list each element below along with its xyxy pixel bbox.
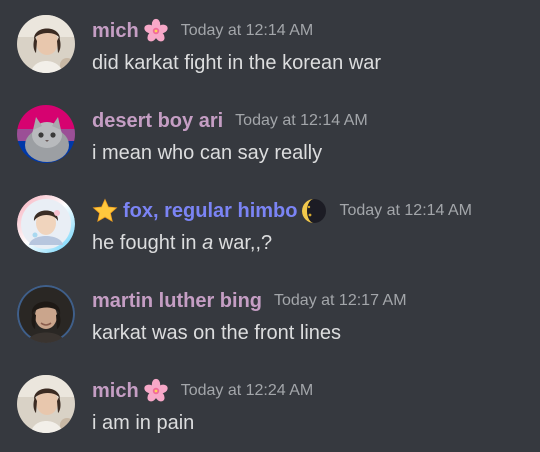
- message-text: he fought in a war,,?: [92, 229, 272, 257]
- timestamp[interactable]: Today at 12:14 AM: [181, 16, 314, 46]
- message-item: mich Today at 12:24 AM i am in pain: [0, 360, 540, 450]
- message-list: mich Today at 12:14 AM did karkat fight: [0, 0, 540, 452]
- avatar[interactable]: [17, 195, 75, 253]
- message-text: i mean who can say really: [92, 142, 323, 164]
- timestamp[interactable]: Today at 12:17 AM: [274, 286, 407, 316]
- message-item: fox, regular himbo Today at 12:14 AM he …: [0, 180, 540, 270]
- avatar-photo-martin: [17, 285, 75, 343]
- message-item: mich Today at 12:14 AM did karkat fight: [0, 0, 540, 90]
- username[interactable]: mich: [92, 16, 139, 46]
- message-header: mich Today at 12:14 AM: [92, 16, 313, 46]
- message-text: karkat was on the front lines: [92, 322, 342, 344]
- username[interactable]: desert boy ari: [92, 106, 223, 136]
- avatar[interactable]: [17, 15, 75, 73]
- message-text-italic: a: [202, 232, 214, 254]
- avatar-photo-mich: [17, 15, 75, 73]
- avatar-photo-mich: [17, 375, 75, 433]
- message-item: martin luther bing Today at 12:17 AM kar…: [0, 270, 540, 360]
- avatar[interactable]: [17, 375, 75, 433]
- avatar-photo-fox: [17, 195, 75, 253]
- cherry-blossom-icon: [143, 18, 169, 44]
- username[interactable]: mich: [92, 376, 139, 406]
- message-header: martin luther bing Today at 12:17 AM: [92, 286, 407, 316]
- username[interactable]: martin luther bing: [92, 286, 262, 316]
- message-text-part: war,,?: [213, 232, 273, 254]
- message-item: desert boy ari Today at 12:14 AM i mean …: [0, 90, 540, 180]
- star-icon: [92, 198, 118, 224]
- timestamp[interactable]: Today at 12:14 AM: [339, 196, 472, 226]
- message-header: desert boy ari Today at 12:14 AM: [92, 106, 368, 136]
- message-header: mich Today at 12:24 AM: [92, 376, 313, 406]
- message-text-part: he fought in: [92, 232, 203, 254]
- message-text: did karkat fight in the korean war: [92, 52, 382, 74]
- avatar-photo-cat-bi-flag: [17, 105, 75, 163]
- avatar[interactable]: [17, 285, 75, 343]
- waning-crescent-moon-icon: [301, 198, 327, 224]
- message-header: fox, regular himbo Today at 12:14 AM: [92, 196, 472, 226]
- timestamp[interactable]: Today at 12:14 AM: [235, 106, 368, 136]
- timestamp[interactable]: Today at 12:24 AM: [181, 376, 314, 406]
- message-text: i am in pain: [92, 412, 195, 434]
- cherry-blossom-icon: [143, 378, 169, 404]
- avatar[interactable]: [17, 105, 75, 163]
- username[interactable]: fox, regular himbo: [123, 196, 297, 226]
